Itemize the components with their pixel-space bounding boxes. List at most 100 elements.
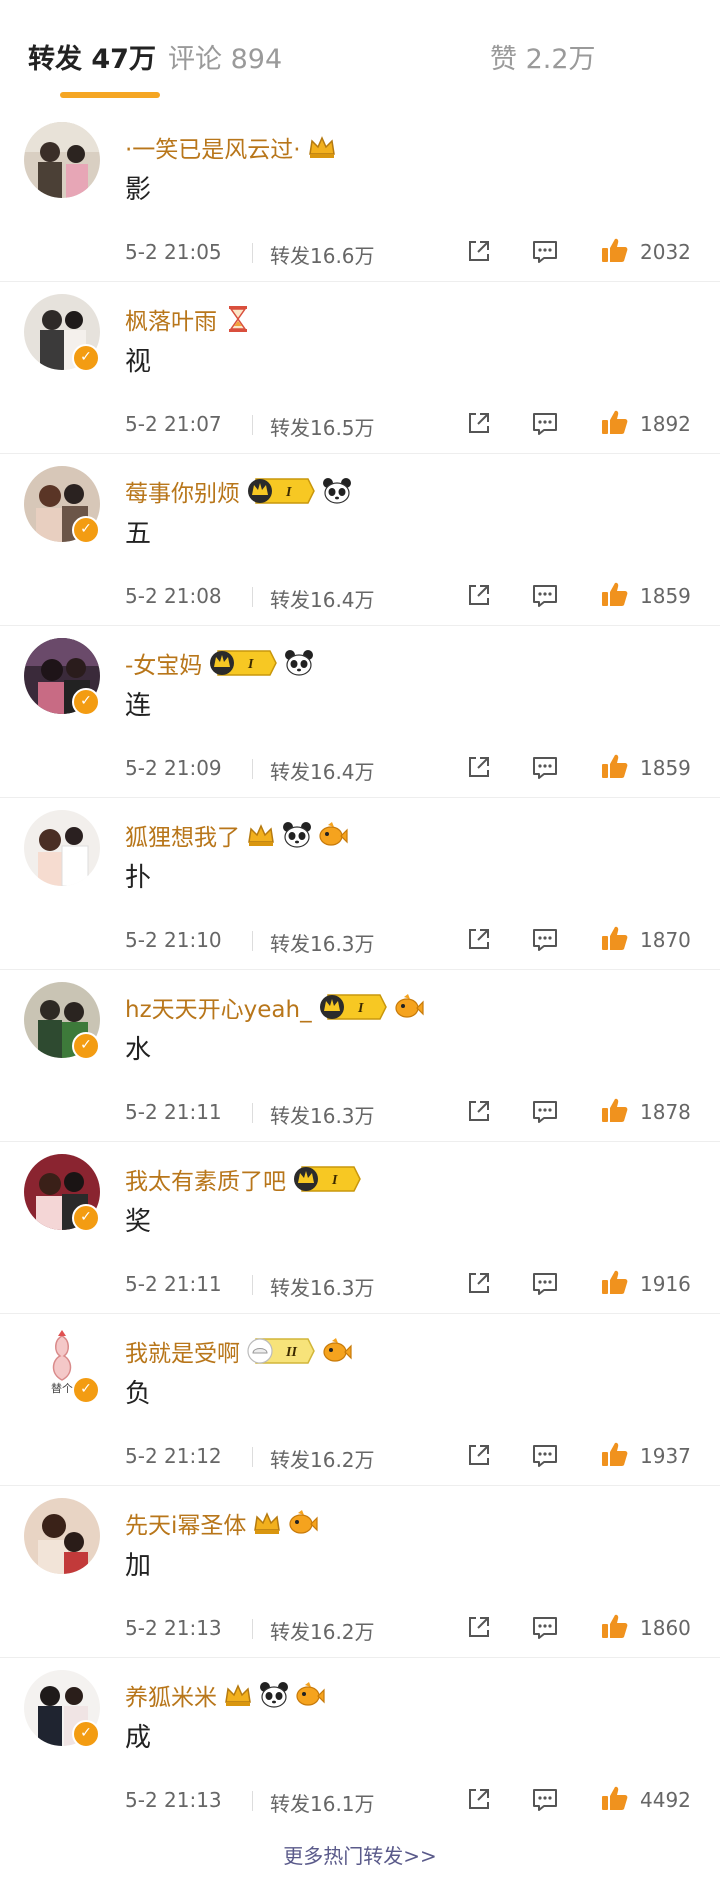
- like-count: 1859: [640, 584, 691, 608]
- share-icon[interactable]: [462, 1438, 496, 1472]
- avatar[interactable]: [24, 1498, 100, 1574]
- fish-icon: [322, 1337, 352, 1365]
- like-count: 4492: [640, 1788, 691, 1812]
- verified-badge: ✓: [72, 1204, 100, 1232]
- like-count: 1937: [640, 1444, 691, 1468]
- repost-item: ·一笑已是风云过· 影 5-2 21:05 转发16.6万 2032: [0, 110, 720, 282]
- share-icon[interactable]: [462, 578, 496, 612]
- repost-content: 成: [125, 1723, 152, 1753]
- share-icon[interactable]: [462, 1094, 496, 1128]
- more-hot-reposts-link[interactable]: 更多热门转发>>: [0, 1840, 720, 1869]
- username[interactable]: hz天天开心yeah_: [125, 990, 312, 1024]
- tab-likes[interactable]: 赞 2.2万: [490, 40, 596, 80]
- repost-item: ✓ -女宝妈 I 连 5-2 21:09 转发16.4万 1859: [0, 626, 720, 798]
- repost-count: 转发16.5万: [270, 416, 375, 440]
- repost-count: 转发16.3万: [270, 932, 375, 956]
- verified-badge: ✓: [72, 1720, 100, 1748]
- crown-icon: [246, 821, 276, 849]
- avatar[interactable]: [24, 810, 100, 886]
- like-count: 1870: [640, 928, 691, 952]
- crown-icon: [223, 1681, 253, 1709]
- meta-divider: [252, 759, 253, 779]
- username[interactable]: -女宝妈: [125, 646, 202, 680]
- share-icon[interactable]: [462, 1782, 496, 1816]
- like-count: 1860: [640, 1616, 691, 1640]
- username[interactable]: ·一笑已是风云过·: [125, 130, 301, 164]
- comment-icon[interactable]: [528, 750, 562, 784]
- timestamp: 5-2 21:12: [125, 1444, 222, 1468]
- like-count: 1878: [640, 1100, 691, 1124]
- hourglass-icon: [223, 305, 253, 333]
- comment-icon[interactable]: [528, 1438, 562, 1472]
- username-row: 我就是受啊 II: [125, 1334, 352, 1368]
- username-row: 养狐米米: [125, 1678, 325, 1712]
- share-icon[interactable]: [462, 922, 496, 956]
- timestamp: 5-2 21:09: [125, 756, 222, 780]
- comment-icon[interactable]: [528, 234, 562, 268]
- comment-icon[interactable]: [528, 1610, 562, 1644]
- comment-icon[interactable]: [528, 922, 562, 956]
- level-badge-icon: II: [246, 1337, 316, 1365]
- username[interactable]: 我太有素质了吧: [125, 1162, 286, 1196]
- repost-item: ✓ 莓事你别烦 I 五 5-2 21:08 转发16.4万 1859: [0, 454, 720, 626]
- panda-icon: [282, 821, 312, 849]
- svg-text:I: I: [285, 485, 292, 500]
- like-icon[interactable]: [598, 1610, 632, 1644]
- timestamp: 5-2 21:13: [125, 1788, 222, 1812]
- avatar[interactable]: [24, 122, 100, 198]
- share-icon[interactable]: [462, 1266, 496, 1300]
- repost-content: 连: [125, 691, 152, 721]
- svg-text:替个: 替个: [51, 1381, 73, 1395]
- like-count: 1859: [640, 756, 691, 780]
- username[interactable]: 先天i幂圣体: [125, 1506, 246, 1540]
- svg-text:I: I: [247, 657, 254, 672]
- like-icon[interactable]: [598, 578, 632, 612]
- like-icon[interactable]: [598, 406, 632, 440]
- repost-content: 水: [125, 1035, 152, 1065]
- repost-count: 转发16.4万: [270, 760, 375, 784]
- like-icon[interactable]: [598, 234, 632, 268]
- repost-count: 转发16.3万: [270, 1276, 375, 1300]
- share-icon[interactable]: [462, 750, 496, 784]
- comment-icon[interactable]: [528, 578, 562, 612]
- share-icon[interactable]: [462, 1610, 496, 1644]
- username[interactable]: 养狐米米: [125, 1678, 217, 1712]
- comment-icon[interactable]: [528, 1782, 562, 1816]
- comment-icon[interactable]: [528, 1266, 562, 1300]
- repost-count: 转发16.2万: [270, 1448, 375, 1472]
- comment-icon[interactable]: [528, 1094, 562, 1128]
- repost-content: 影: [125, 175, 152, 205]
- tab-comments[interactable]: 评论 894: [168, 40, 282, 80]
- repost-item: ✓ 我太有素质了吧 I 奖 5-2 21:11 转发16.3万 1916: [0, 1142, 720, 1314]
- username[interactable]: 枫落叶雨: [125, 302, 217, 336]
- like-icon[interactable]: [598, 1094, 632, 1128]
- timestamp: 5-2 21:10: [125, 928, 222, 952]
- username[interactable]: 狐狸想我了: [125, 818, 240, 852]
- username-row: hz天天开心yeah_ I: [125, 990, 424, 1024]
- crown-icon: [307, 133, 337, 161]
- username[interactable]: 我就是受啊: [125, 1334, 240, 1368]
- timestamp: 5-2 21:11: [125, 1272, 222, 1296]
- username-row: 狐狸想我了: [125, 818, 348, 852]
- share-icon[interactable]: [462, 234, 496, 268]
- timestamp: 5-2 21:07: [125, 412, 222, 436]
- tab-reposts[interactable]: 转发 47万: [28, 40, 156, 80]
- username[interactable]: 莓事你别烦: [125, 474, 240, 508]
- repost-count: 转发16.4万: [270, 588, 375, 612]
- repost-count: 转发16.6万: [270, 244, 375, 268]
- meta-divider: [252, 1447, 253, 1467]
- share-icon[interactable]: [462, 406, 496, 440]
- repost-item: 替个 ✓ 我就是受啊 II 负 5-2 21:12 转发16.2万 1937: [0, 1314, 720, 1486]
- level-badge-icon: I: [208, 649, 278, 677]
- like-icon[interactable]: [598, 1438, 632, 1472]
- level-badge-icon: I: [246, 477, 316, 505]
- like-icon[interactable]: [598, 1266, 632, 1300]
- like-icon[interactable]: [598, 1782, 632, 1816]
- comment-icon[interactable]: [528, 406, 562, 440]
- fish-icon: [318, 821, 348, 849]
- username-row: ·一笑已是风云过·: [125, 130, 337, 164]
- repost-content: 扑: [125, 863, 152, 893]
- verified-badge: ✓: [72, 688, 100, 716]
- like-icon[interactable]: [598, 750, 632, 784]
- like-icon[interactable]: [598, 922, 632, 956]
